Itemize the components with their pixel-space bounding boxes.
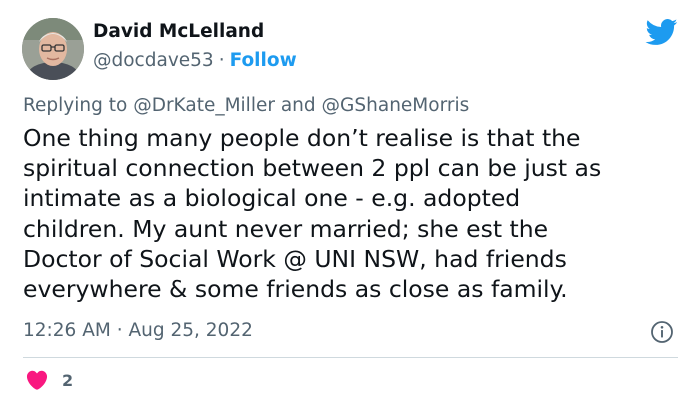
divider — [23, 357, 678, 358]
info-icon[interactable] — [650, 320, 674, 344]
twitter-bird-icon[interactable] — [644, 18, 678, 46]
like-button[interactable]: 2 — [25, 368, 73, 392]
tweet-date: Aug 25, 2022 — [128, 320, 253, 341]
like-count: 2 — [62, 370, 74, 390]
tweet-card: David McLelland @docdave53 · Follow Replyi… — [0, 0, 700, 410]
tweet-text: One thing many people don’t realise is t… — [23, 123, 683, 304]
tweet-text-line: One thing many people don’t realise is t… — [23, 124, 581, 152]
reply-context: Replying to @DrKate_Miller and @GShaneMo… — [23, 95, 469, 116]
avatar-photo — [22, 18, 84, 80]
tweet-text-line: intimate as a biological one - e.g. adop… — [23, 184, 521, 213]
tweet-text-line: spiritual connection between 2 ppl can b… — [23, 154, 602, 183]
reply-prefix: Replying to — [23, 95, 128, 116]
author-name[interactable]: David McLelland — [93, 21, 264, 42]
author-handle-row: @docdave53 · Follow — [93, 50, 297, 71]
mention-gshane[interactable]: @GShaneMorris — [322, 95, 470, 116]
timestamp-separator: · — [116, 320, 123, 341]
author-handle[interactable]: @docdave53 — [93, 50, 214, 71]
tweet-text-line: Doctor of Social Work @ UNI NSW, had fri… — [23, 244, 567, 273]
mention-drkate[interactable]: @DrKate_Miller — [133, 95, 275, 116]
tweet-text-line: children. My aunt never married; she est… — [23, 214, 549, 243]
heart-icon — [26, 370, 48, 390]
tweet-text-line: everywhere & some friends as close as fa… — [23, 275, 568, 304]
handle-separator: · — [218, 50, 225, 71]
tweet-timestamp[interactable]: 12:26 AM · Aug 25, 2022 — [23, 320, 253, 341]
follow-button[interactable]: Follow — [230, 50, 297, 71]
avatar[interactable] — [22, 18, 84, 80]
tweet-time: 12:26 AM — [23, 320, 111, 341]
reply-conjunction: and — [280, 95, 316, 116]
